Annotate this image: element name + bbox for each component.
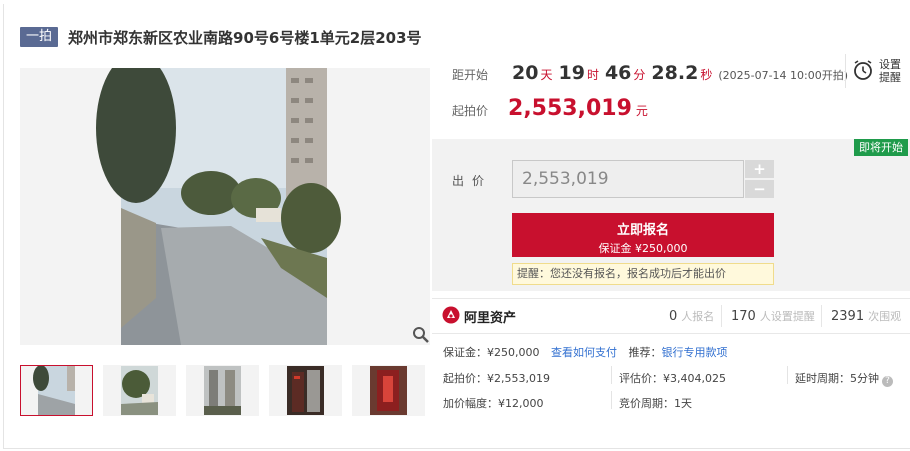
divider xyxy=(787,366,788,384)
deposit-amount: 保证金：¥250,000 xyxy=(443,346,540,359)
register-now-button[interactable]: 立即报名 保证金 ¥250,000 xyxy=(512,213,774,257)
decrease-bid-button[interactable]: − xyxy=(745,180,774,198)
auction-round-badge: 一拍 xyxy=(20,27,59,47)
countdown-seconds: 28.2 xyxy=(651,62,699,84)
increase-bid-button[interactable]: + xyxy=(745,160,774,178)
divider xyxy=(821,305,822,327)
status-badge: 即将开始 xyxy=(854,139,908,156)
reminder-count-value: 170 xyxy=(731,309,756,324)
deposit-sublabel: 保证金 ¥250,000 xyxy=(598,242,688,255)
reminder-count: 170 人设置提醒 xyxy=(731,308,815,324)
thumbnail-1[interactable] xyxy=(20,365,93,416)
reminder-count-label: 人设置提醒 xyxy=(759,310,815,323)
countdown-seconds-unit: 秒 xyxy=(700,68,713,82)
view-count-label: 次围观 xyxy=(868,310,902,323)
bid-label: 出价 xyxy=(452,174,493,188)
thumbnail-5[interactable] xyxy=(352,365,425,416)
bank-payment-link[interactable]: 银行专用款项 xyxy=(662,346,728,359)
divider xyxy=(611,366,612,384)
set-reminder-label: 设置提醒 xyxy=(879,58,901,84)
brand-logo: 阿里资产 xyxy=(442,306,516,327)
register-now-label: 立即报名 xyxy=(616,223,669,238)
delay-period: 延时周期：5分钟? xyxy=(795,370,893,387)
divider xyxy=(721,305,722,327)
countdown-hours: 19 xyxy=(558,62,585,84)
starting-price-label: 起拍价 xyxy=(452,104,489,118)
view-count-value: 2391 xyxy=(831,309,865,324)
set-reminder-button[interactable]: 设置提醒 xyxy=(845,54,907,88)
signup-count-label: 人报名 xyxy=(681,310,715,323)
countdown: 距开始 20 天 19 时 46 分 28.2 秒 (2025-07-14 10… xyxy=(452,62,848,86)
countdown-minutes: 46 xyxy=(604,62,632,84)
countdown-hours-unit: 时 xyxy=(586,68,599,82)
ali-assets-icon xyxy=(442,306,460,327)
detail-start-price: 起拍价：¥2,553,019 xyxy=(443,372,550,385)
detail-bidding-cycle: 竞价周期：1天 xyxy=(619,397,692,410)
title-row: 一拍 郑州市郑东新区农业南路90号6号楼1单元2层203号 xyxy=(20,26,422,48)
help-icon[interactable]: ? xyxy=(882,376,893,387)
stats-row: 阿里资产 0 人报名 170 人设置提醒 2391 次围观 xyxy=(432,298,910,334)
recommend-label: 推荐： xyxy=(628,346,662,359)
thumbnail-3[interactable] xyxy=(186,365,259,416)
view-count: 2391 次围观 xyxy=(831,308,901,324)
delay-period-text: 延时周期：5分钟 xyxy=(795,372,879,385)
thumbnail-4[interactable] xyxy=(269,365,342,416)
signup-count: 0 人报名 xyxy=(669,308,714,324)
registration-notice: 提醒：您还没有报名，报名成功后才能出价 xyxy=(512,263,774,285)
detail-increment: 加价幅度：¥12,000 xyxy=(443,397,544,410)
divider xyxy=(611,391,612,409)
countdown-label: 距开始 xyxy=(452,68,489,82)
thumbnail-2[interactable] xyxy=(103,365,176,416)
page-title: 郑州市郑东新区农业南路90号6号楼1单元2层203号 xyxy=(68,28,422,47)
deposit-info: 保证金：¥250,000 查看如何支付 推荐：银行专用款项 xyxy=(443,344,728,360)
bid-amount-input[interactable]: 2,553,019 xyxy=(512,160,744,198)
brand-name: 阿里资产 xyxy=(464,311,517,326)
bid-panel: 即将开始 出价 2,553,019 + − 立即报名 保证金 ¥250,000 … xyxy=(432,139,910,291)
starting-price-unit: 元 xyxy=(635,104,648,118)
auction-start-time: (2025-07-14 10:00开拍) xyxy=(718,69,849,82)
alarm-clock-icon xyxy=(852,59,874,84)
how-to-pay-link[interactable]: 查看如何支付 xyxy=(551,346,617,359)
countdown-minutes-unit: 分 xyxy=(633,68,646,82)
signup-count-value: 0 xyxy=(669,309,678,324)
main-photo[interactable] xyxy=(20,68,430,345)
starting-price-row: 起拍价 2,553,019 元 xyxy=(452,96,648,126)
zoom-icon[interactable] xyxy=(412,326,430,344)
detail-appraisal-price: 评估价：¥3,404,025 xyxy=(619,372,726,385)
starting-price-value: 2,553,019 xyxy=(508,96,632,121)
thumbnail-strip xyxy=(20,365,435,416)
countdown-days: 20 xyxy=(512,62,539,84)
countdown-days-unit: 天 xyxy=(540,68,553,82)
